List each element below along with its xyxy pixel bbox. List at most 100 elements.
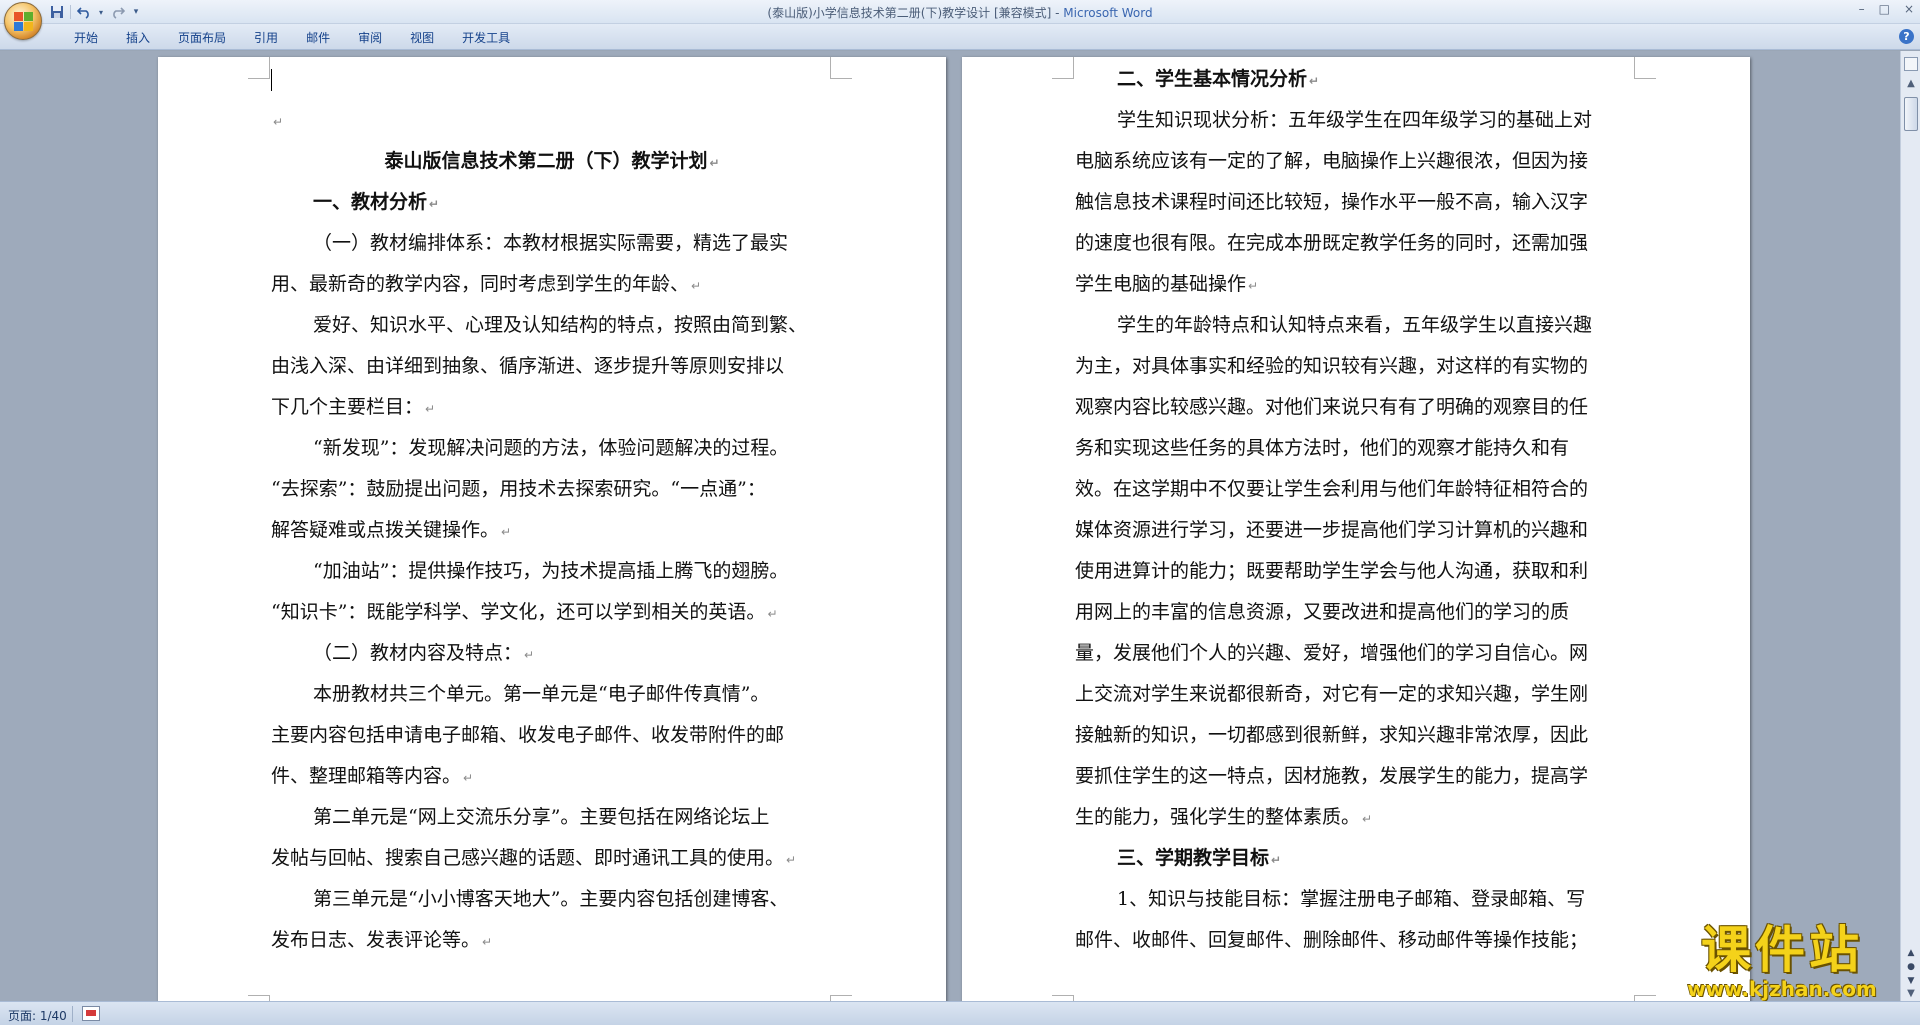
paragraph-mark-icon: ↵: [463, 771, 474, 785]
office-logo-icon: [14, 12, 34, 32]
body-line: （一）教材编排体系：本教材根据实际需要，精选了最实: [313, 232, 789, 254]
paragraph-mark-icon: ↵: [482, 935, 493, 949]
tab-review[interactable]: 审阅: [344, 29, 396, 47]
document-title: (泰山版)小学信息技术第二册(下)教学设计 [兼容模式] -: [767, 6, 1064, 20]
select-browse-object-icon[interactable]: ●: [1905, 961, 1917, 973]
minimize-button[interactable]: –: [1859, 2, 1865, 16]
previous-page-icon[interactable]: ▲: [1905, 947, 1917, 959]
help-icon[interactable]: ?: [1899, 29, 1914, 44]
maximize-button[interactable]: □: [1879, 2, 1890, 16]
body-line: 主要内容包括申请电子邮箱、收发电子邮件、收发带附件的邮: [271, 724, 785, 746]
body-line: 接触新的知识，一切都感到很新鲜，求知兴趣非常浓厚，因此: [1075, 724, 1589, 746]
tab-developer[interactable]: 开发工具: [448, 29, 524, 47]
tab-page-layout[interactable]: 页面布局: [164, 29, 240, 47]
body-line: [271, 59, 833, 100]
customize-qat-icon[interactable]: ▾: [131, 3, 141, 21]
body-line: 本册教材共三个单元。第一单元是“电子邮件传真情”。: [313, 683, 770, 705]
body-line: 使用进算计的能力；既要帮助学生学会与他人沟通，获取和利: [1075, 560, 1589, 582]
scroll-up-icon[interactable]: ▲: [1904, 77, 1918, 91]
close-button[interactable]: ×: [1904, 2, 1914, 16]
paragraph-mark-icon: ↵: [524, 648, 535, 662]
redo-icon[interactable]: [109, 3, 127, 21]
tab-insert[interactable]: 插入: [112, 29, 164, 47]
body-line: 爱好、知识水平、心理及认知结构的特点，按照由简到繁、: [313, 314, 808, 336]
text-cursor: [271, 69, 272, 91]
paragraph-mark-icon: ↵: [1362, 812, 1373, 826]
margin-mark: [1634, 57, 1656, 79]
proofing-status-icon[interactable]: [82, 1006, 100, 1021]
body-line: 要抓住学生的这一特点，因材施教，发展学生的能力，提高学: [1075, 765, 1589, 787]
paragraph-mark-icon: ↵: [273, 115, 284, 129]
page-count-status[interactable]: 页面: 1/40: [8, 1007, 67, 1024]
body-line: 下几个主要栏目： ↵: [271, 396, 436, 418]
body-line: 触信息技术课程时间还比较短，操作水平一般不高，输入汉字: [1075, 191, 1589, 213]
body-line: （二）教材内容及特点： ↵: [313, 642, 535, 664]
tab-home[interactable]: 开始: [60, 29, 112, 47]
paragraph-mark-icon: ↵: [429, 197, 440, 211]
body-line: ↵: [271, 100, 833, 141]
body-line: 媒体资源进行学习，还要进一步提高他们学习计算机的兴趣和: [1075, 519, 1589, 541]
scroll-down-icon[interactable]: ▼: [1904, 987, 1918, 1001]
body-line: 发布日志、发表评论等。 ↵: [271, 929, 493, 951]
body-line: “知识卡”：既能学科学、学文化，还可以学到相关的英语。 ↵: [271, 601, 778, 623]
window-title: (泰山版)小学信息技术第二册(下)教学设计 [兼容模式] - Microsoft…: [0, 4, 1920, 21]
watermark-title: 课件站: [1701, 921, 1863, 979]
body-line: 用、最新奇的教学内容，同时考虑到学生的年龄、 ↵: [271, 273, 702, 295]
paragraph-mark-icon: ↵: [1248, 279, 1259, 293]
section-heading: 一、教材分析 ↵: [313, 191, 440, 213]
page-right[interactable]: 二、学生基本情况分析 ↵ 学生知识现状分析：五年级学生在四年级学习的基础上对 电脑…: [962, 57, 1750, 1001]
paragraph-mark-icon: ↵: [1309, 74, 1320, 88]
document-heading: 泰山版信息技术第二册（下）教学计划 ↵: [384, 150, 720, 172]
title-bar: (泰山版)小学信息技术第二册(下)教学设计 [兼容模式] - Microsoft…: [0, 0, 1920, 24]
body-line: 由浅入深、由详细到抽象、循序渐进、逐步提升等原则安排以: [271, 355, 785, 377]
paragraph-mark-icon: ↵: [1271, 853, 1282, 867]
body-line: 发帖与回帖、搜索自己感兴趣的话题、即时通讯工具的使用。 ↵: [271, 847, 797, 869]
undo-icon[interactable]: [75, 3, 93, 21]
paragraph-mark-icon: ↵: [691, 279, 702, 293]
body-line: 上交流对学生来说都很新奇，对它有一定的求知兴趣，学生刚: [1075, 683, 1589, 705]
body-line: 用网上的丰富的信息资源，又要改进和提高他们的学习的质: [1075, 601, 1570, 623]
body-line: 第二单元是“网上交流乐分享”。主要包括在网络论坛上: [313, 806, 770, 828]
save-icon[interactable]: [48, 3, 66, 21]
office-button[interactable]: [4, 2, 42, 40]
paragraph-mark-icon: ↵: [501, 525, 512, 539]
window-controls: – □ ×: [1859, 2, 1914, 16]
body-line: 解答疑难或点拨关键操作。 ↵: [271, 519, 512, 541]
paragraph-mark-icon: ↵: [709, 156, 720, 170]
status-separator: [72, 1006, 73, 1022]
scroll-thumb[interactable]: [1904, 97, 1918, 131]
page-left-body[interactable]: ↵ 泰山版信息技术第二册（下）教学计划 ↵ 一、教材分析 ↵ （一）教材编排体系：本…: [271, 59, 833, 961]
tab-view[interactable]: 视图: [396, 29, 448, 47]
watermark-url: www.kjzhan.com: [1687, 977, 1877, 1001]
body-line: 电脑系统应该有一定的了解，电脑操作上兴趣很浓，但因为接: [1075, 150, 1589, 172]
vertical-scrollbar[interactable]: ▲ ▲ ● ▼ ▼: [1900, 51, 1920, 1001]
body-line: 量，发展他们个人的兴趣、爱好，增强他们的学习自信心。网: [1075, 642, 1589, 664]
paragraph-mark-icon: ↵: [786, 853, 797, 867]
body-line: 观察内容比较感兴趣。对他们来说只有有了明确的观察目的任: [1075, 396, 1589, 418]
body-line: 第三单元是“小小博客天地大”。主要内容包括创建博客、: [313, 888, 789, 910]
section-heading: 二、学生基本情况分析 ↵: [1117, 68, 1320, 90]
body-line: 务和实现这些任务的具体方法时，他们的观察才能持久和有: [1075, 437, 1570, 459]
body-line: 的速度也很有限。在完成本册既定教学任务的同时，还需加强: [1075, 232, 1589, 254]
tab-mailings[interactable]: 邮件: [292, 29, 344, 47]
body-line: “去探索”：鼓励提出问题，用技术去探索研究。“一点通”：: [271, 478, 766, 500]
margin-mark: [248, 57, 270, 79]
tab-references[interactable]: 引用: [240, 29, 292, 47]
body-line: 1、知识与技能目标：掌握注册电子邮箱、登录邮箱、写: [1117, 888, 1586, 910]
next-page-icon[interactable]: ▼: [1905, 975, 1917, 987]
ribbon-tab-bar: 开始 插入 页面布局 引用 邮件 审阅 视图 开发工具 ?: [0, 24, 1920, 50]
body-line: 效。在这学期中不仅要让学生会利用与他们年龄特征相符合的: [1075, 478, 1589, 500]
body-line: 为主，对具体事实和经验的知识较有兴趣，对这样的有实物的: [1075, 355, 1589, 377]
body-line: 学生的年龄特点和认知特点来看，五年级学生以直接兴趣: [1117, 314, 1593, 336]
undo-dropdown-icon[interactable]: ▾: [97, 3, 105, 21]
view-ruler-icon[interactable]: [1904, 57, 1918, 71]
status-bar: 页面: 1/40: [0, 1001, 1920, 1025]
body-line: 邮件、收邮件、回复邮件、删除邮件、移动邮件等操作技能；: [1075, 929, 1589, 951]
body-line: 生的能力，强化学生的整体素质。 ↵: [1075, 806, 1373, 828]
app-name: Microsoft Word: [1063, 6, 1153, 20]
page-left[interactable]: ↵ 泰山版信息技术第二册（下）教学计划 ↵ 一、教材分析 ↵ （一）教材编排体系：本…: [158, 57, 946, 1001]
ribbon-tabs: 开始 插入 页面布局 引用 邮件 审阅 视图 开发工具: [60, 29, 524, 47]
margin-mark: [830, 57, 852, 79]
document-area[interactable]: ↵ 泰山版信息技术第二册（下）教学计划 ↵ 一、教材分析 ↵ （一）教材编排体系：本…: [0, 51, 1900, 1001]
page-right-body[interactable]: 二、学生基本情况分析 ↵ 学生知识现状分析：五年级学生在四年级学习的基础上对 电脑…: [1075, 59, 1637, 961]
